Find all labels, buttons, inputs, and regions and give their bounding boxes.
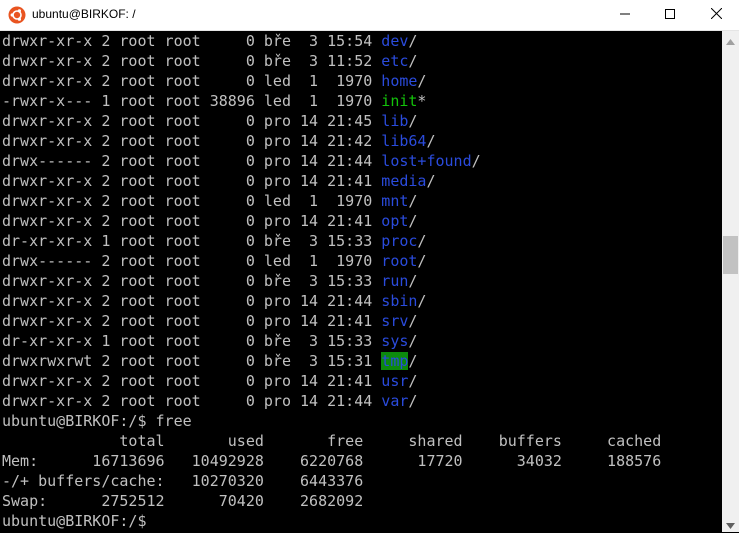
- vertical-scrollbar[interactable]: [722, 31, 739, 532]
- listing-row: dr-xr-xr-x 1 root root 0 bře 3 15:33 sys…: [2, 331, 417, 351]
- file-suffix: /: [417, 252, 427, 270]
- title-bar[interactable]: ubuntu@BIRKOF: /: [0, 0, 739, 31]
- file-suffix: *: [417, 92, 427, 110]
- file-name: lost+found: [381, 152, 472, 170]
- file-suffix: /: [408, 112, 418, 130]
- file-name: proc: [381, 232, 418, 250]
- file-suffix: /: [408, 52, 418, 70]
- listing-row: drwxr-xr-x 2 root root 0 pro 14 21:42 li…: [2, 131, 435, 151]
- listing-row: drwxr-xr-x 2 root root 0 pro 14 21:41 me…: [2, 171, 435, 191]
- close-button[interactable]: [694, 0, 739, 30]
- command-line: ubuntu@BIRKOF:/$ free: [2, 412, 192, 430]
- terminal-output[interactable]: drwxr-xr-x 2 root root 0 bře 3 15:54 dev…: [0, 31, 722, 532]
- free-swap-row: Swap: 2752512 70420 2682092: [2, 492, 364, 510]
- minimize-button[interactable]: [602, 0, 647, 30]
- listing-row: drwxr-xr-x 2 root root 0 pro 14 21:41 op…: [2, 211, 417, 231]
- file-name: var: [381, 392, 409, 410]
- file-name: sbin: [381, 292, 418, 310]
- free-mem-row: Mem: 16713696 10492928 6220768 17720 340…: [2, 452, 662, 470]
- prompt: ubuntu@BIRKOF:/$: [2, 512, 156, 530]
- file-name: run: [381, 272, 409, 290]
- maximize-button[interactable]: [647, 0, 692, 30]
- file-suffix: /: [408, 392, 418, 410]
- file-suffix: /: [417, 232, 427, 250]
- file-name: root: [381, 252, 418, 270]
- maximize-icon: [664, 6, 675, 24]
- listing-row: dr-xr-xr-x 1 root root 0 bře 3 15:33 pro…: [2, 231, 426, 251]
- file-suffix: /: [417, 72, 427, 90]
- file-name: tmp: [381, 352, 409, 370]
- listing-row: drwxr-xr-x 2 root root 0 pro 14 21:44 va…: [2, 391, 417, 411]
- file-meta: drwxr-xr-x 2 root root 0 bře 3 15:33: [2, 272, 382, 290]
- file-meta: drwxr-xr-x 2 root root 0 pro 14 21:41: [2, 372, 382, 390]
- file-suffix: /: [408, 192, 418, 210]
- file-meta: drwxr-xr-x 2 root root 0 bře 3 15:54: [2, 32, 382, 50]
- file-meta: dr-xr-xr-x 1 root root 0 bře 3 15:33: [2, 232, 382, 250]
- listing-row: drwxr-xr-x 2 root root 0 pro 14 21:41 us…: [2, 371, 417, 391]
- file-suffix: /: [408, 352, 418, 370]
- file-name: home: [381, 72, 418, 90]
- scroll-down-button[interactable]: [722, 515, 739, 532]
- file-suffix: /: [408, 332, 418, 350]
- file-meta: drwxr-xr-x 2 root root 0 led 1 1970: [2, 72, 382, 90]
- ubuntu-logo-icon[interactable]: [8, 6, 26, 24]
- file-name: sys: [381, 332, 409, 350]
- file-meta: drwx------ 2 root root 0 led 1 1970: [2, 252, 382, 270]
- file-suffix: /: [471, 152, 481, 170]
- listing-row: drwx------ 2 root root 0 pro 14 21:44 lo…: [2, 151, 481, 171]
- file-name: media: [381, 172, 427, 190]
- file-meta: drwxr-xr-x 2 root root 0 pro 14 21:41: [2, 172, 382, 190]
- file-meta: drwxr-xr-x 2 root root 0 pro 14 21:44: [2, 292, 382, 310]
- listing-row: drwxr-xr-x 2 root root 0 bře 3 15:54 dev…: [2, 31, 417, 51]
- file-meta: drwxr-xr-x 2 root root 0 pro 14 21:41: [2, 312, 382, 330]
- prompt-line[interactable]: ubuntu@BIRKOF:/$: [2, 511, 156, 531]
- file-suffix: /: [408, 272, 418, 290]
- file-meta: drwxr-xr-x 2 root root 0 pro 14 21:45: [2, 112, 382, 130]
- listing-row: drwxr-xr-x 2 root root 0 bře 3 15:33 run…: [2, 271, 417, 291]
- arrow-down-icon: [726, 514, 735, 533]
- file-name: mnt: [381, 192, 409, 210]
- window-title: ubuntu@BIRKOF: /: [32, 7, 136, 21]
- scrollbar-thumb[interactable]: [723, 236, 738, 274]
- file-name: dev: [381, 32, 409, 50]
- listing-row: drwx------ 2 root root 0 led 1 1970 root…: [2, 251, 426, 271]
- file-meta: drwxr-xr-x 2 root root 0 bře 3 11:52: [2, 52, 382, 70]
- file-suffix: /: [408, 312, 418, 330]
- close-icon: [710, 6, 723, 24]
- listing-row: drwxr-xr-x 2 root root 0 pro 14 21:45 li…: [2, 111, 417, 131]
- scroll-up-button[interactable]: [722, 31, 739, 48]
- file-meta: drwxr-xr-x 2 root root 0 led 1 1970: [2, 192, 382, 210]
- file-suffix: /: [408, 32, 418, 50]
- listing-row: drwxr-xr-x 2 root root 0 led 1 1970 home…: [2, 71, 426, 91]
- file-suffix: /: [408, 212, 418, 230]
- listing-row: -rwxr-x--- 1 root root 38896 led 1 1970 …: [2, 91, 426, 111]
- file-meta: drwxr-xr-x 2 root root 0 pro 14 21:41: [2, 212, 382, 230]
- file-suffix: /: [417, 292, 427, 310]
- free-buffers-row: -/+ buffers/cache: 10270320 6443376: [2, 472, 364, 490]
- listing-row: drwxr-xr-x 2 root root 0 led 1 1970 mnt/: [2, 191, 417, 211]
- free-header-row: total used free shared buffers cached: [2, 432, 662, 450]
- file-name: etc: [381, 52, 409, 70]
- file-suffix: /: [408, 372, 418, 390]
- file-name: usr: [381, 372, 409, 390]
- listing-row: drwxr-xr-x 2 root root 0 pro 14 21:41 sr…: [2, 311, 417, 331]
- file-meta: drwxr-xr-x 2 root root 0 pro 14 21:44: [2, 392, 382, 410]
- file-name: lib64: [381, 132, 427, 150]
- listing-row: drwxr-xr-x 2 root root 0 pro 14 21:44 sb…: [2, 291, 426, 311]
- file-name: lib: [381, 112, 409, 130]
- minimize-icon: [619, 6, 630, 24]
- listing-row: drwxrwxrwt 2 root root 0 bře 3 15:31 tmp…: [2, 351, 417, 371]
- listing-row: drwxr-xr-x 2 root root 0 bře 3 11:52 etc…: [2, 51, 417, 71]
- file-meta: drwxr-xr-x 2 root root 0 pro 14 21:42: [2, 132, 382, 150]
- file-suffix: /: [426, 172, 436, 190]
- file-name: init: [381, 92, 418, 110]
- file-meta: -rwxr-x--- 1 root root 38896 led 1 1970: [2, 92, 382, 110]
- file-name: srv: [381, 312, 409, 330]
- file-meta: dr-xr-xr-x 1 root root 0 bře 3 15:33: [2, 332, 382, 350]
- file-name: opt: [381, 212, 409, 230]
- arrow-up-icon: [726, 30, 735, 49]
- file-suffix: /: [426, 132, 436, 150]
- file-meta: drwx------ 2 root root 0 pro 14 21:44: [2, 152, 382, 170]
- file-meta: drwxrwxrwt 2 root root 0 bře 3 15:31: [2, 352, 382, 370]
